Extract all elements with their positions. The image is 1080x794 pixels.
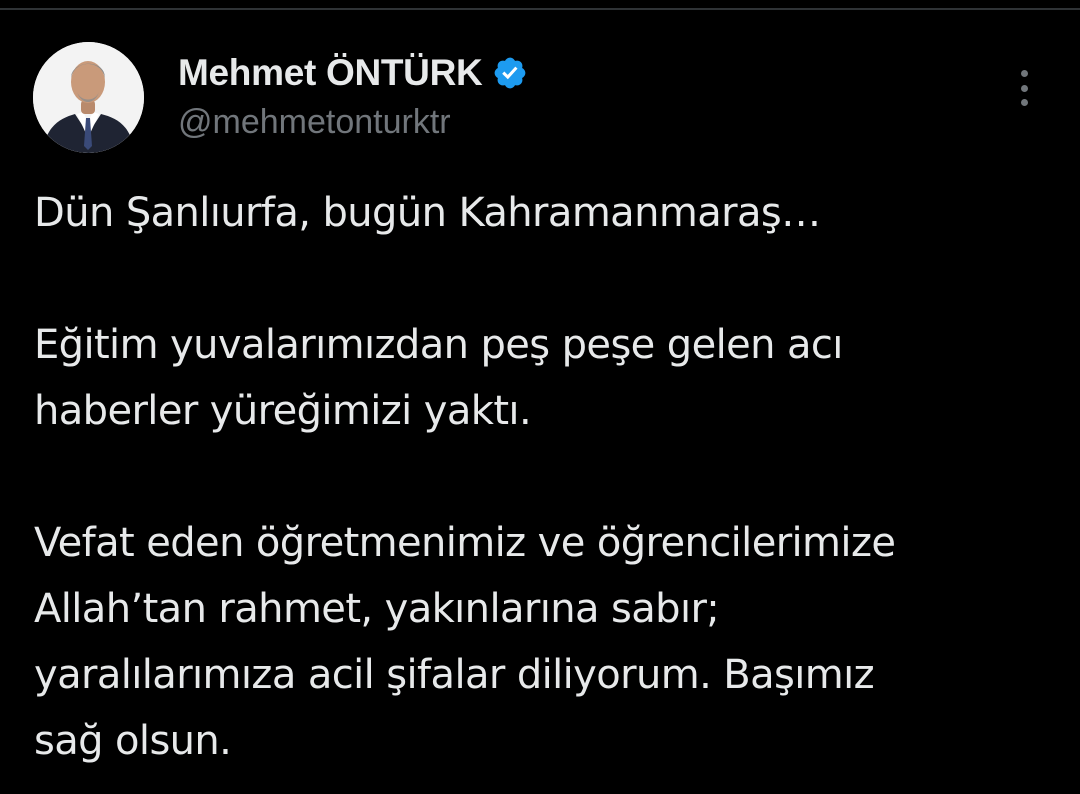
- profile-photo-icon: [33, 42, 144, 153]
- author-display-name[interactable]: Mehmet ÖNTÜRK: [178, 52, 483, 94]
- tweet-text: Dün Şanlıurfa, bugün Kahramanmaraş… Eğit…: [34, 180, 1054, 774]
- tweet-line: Allah’tan rahmet, yakınlarına sabır;: [34, 586, 720, 632]
- tweet-line: Dün Şanlıurfa, bugün Kahramanmaraş…: [34, 190, 821, 236]
- tweet-line: yaralılarımıza acil şifalar diliyorum. B…: [34, 652, 875, 698]
- verified-badge-icon[interactable]: [492, 55, 528, 91]
- tweet-line: sağ olsun.: [34, 718, 232, 764]
- more-dot: [1020, 99, 1028, 106]
- author-handle[interactable]: @mehmetonturktr: [178, 103, 451, 142]
- tweet[interactable]: Mehmet ÖNTÜRK @mehmetonturktr Dün Şanlıu…: [0, 0, 1080, 794]
- author-name-row: Mehmet ÖNTÜRK: [178, 50, 528, 96]
- tweet-line: Vefat eden öğretmenimiz ve öğrencilerimi…: [34, 520, 896, 566]
- more-options-icon[interactable]: [1006, 66, 1042, 110]
- more-dot: [1020, 70, 1028, 77]
- tweet-line: Eğitim yuvalarımızdan peş peşe gelen acı: [34, 322, 843, 368]
- avatar[interactable]: [33, 42, 144, 153]
- more-dot: [1020, 84, 1028, 92]
- tweet-line: haberler yüreğimizi yaktı.: [34, 388, 532, 434]
